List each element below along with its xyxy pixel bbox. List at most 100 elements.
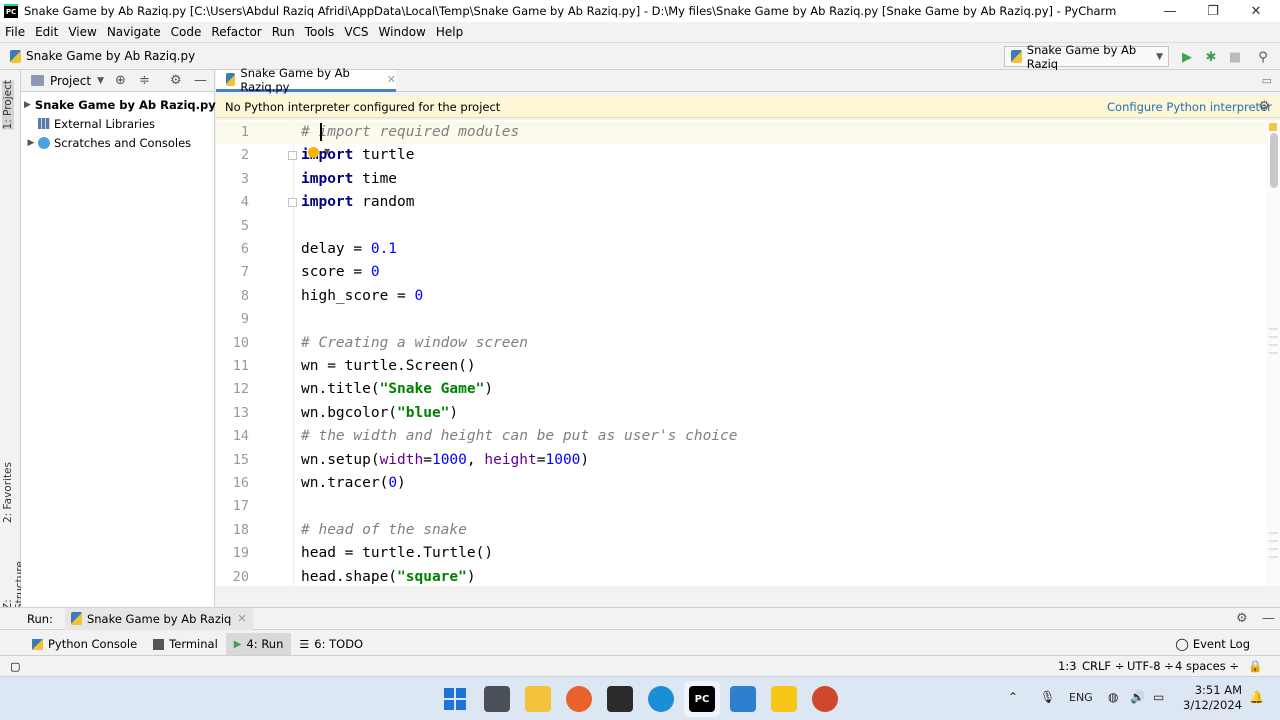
notification-bell-icon[interactable]: 🔔 <box>1249 690 1264 704</box>
chevron-up-icon[interactable]: ⌃ <box>1008 690 1018 704</box>
file-encoding[interactable]: UTF-8 ÷ <box>1127 659 1174 673</box>
menu-code[interactable]: Code <box>166 25 207 39</box>
pycharm-taskbar-icon[interactable]: PC <box>689 686 715 712</box>
code-line[interactable]: 5 <box>216 215 1266 238</box>
vscode-icon[interactable] <box>730 686 756 712</box>
network-icon[interactable]: ◍ <box>1108 690 1118 704</box>
code-line[interactable]: 4 import random <box>216 191 1266 214</box>
code-line[interactable]: 18 # head of the snake <box>216 519 1266 542</box>
toggle-tool-windows-icon[interactable]: ▢ <box>10 660 20 673</box>
menu-help[interactable]: Help <box>431 25 468 39</box>
event-log-button[interactable]: ◯ Event Log <box>1175 637 1250 651</box>
chevron-right-icon[interactable]: ▶ <box>24 100 31 110</box>
close-icon[interactable]: ✕ <box>387 73 396 86</box>
scroll-marker[interactable] <box>1269 344 1278 346</box>
tab-todo[interactable]: ☰ 6: TODO <box>291 633 371 655</box>
menu-vcs[interactable]: VCS <box>339 25 373 39</box>
edge-browser-icon[interactable] <box>648 686 674 712</box>
project-panel-title[interactable]: Project <box>50 74 91 88</box>
hide-panel-icon[interactable]: — <box>194 73 207 88</box>
menu-run[interactable]: Run <box>267 25 300 39</box>
minimize-button[interactable]: — <box>1150 0 1190 22</box>
code-line[interactable]: 10 # Creating a window screen <box>216 332 1266 355</box>
chevron-right-icon[interactable]: ▶ <box>24 138 38 148</box>
close-icon[interactable]: ✕ <box>237 612 246 625</box>
code-line[interactable]: 8 high_score = 0 <box>216 285 1266 308</box>
code-line[interactable]: 9 <box>216 308 1266 331</box>
gear-icon[interactable]: ⚙ <box>1258 99 1270 114</box>
lock-icon[interactable]: 🔒 <box>1248 659 1262 673</box>
stop-icon[interactable]: ■ <box>1226 48 1244 66</box>
gear-icon[interactable]: ⚙ <box>170 73 182 88</box>
caret-position[interactable]: 1:3 <box>1058 659 1077 673</box>
code-line[interactable]: 3 import time <box>216 168 1266 191</box>
tree-item-scratches[interactable]: ▶ Scratches and Consoles <box>21 133 214 152</box>
run-tab[interactable]: Snake Game by Ab Raziq ✕ <box>64 607 253 630</box>
debug-icon[interactable]: ✱ <box>1202 48 1220 66</box>
powerpoint-icon[interactable] <box>812 686 838 712</box>
tab-python-console[interactable]: Python Console <box>24 633 145 655</box>
fold-marker-icon[interactable] <box>288 151 297 160</box>
scroll-marker[interactable] <box>1269 540 1278 542</box>
menu-refactor[interactable]: Refactor <box>206 25 266 39</box>
menu-file[interactable]: File <box>0 25 30 39</box>
tree-item-project-file[interactable]: ▶ Snake Game by Ab Raziq.py <box>21 95 216 114</box>
code-line[interactable]: 11 wn = turtle.Screen() <box>216 355 1266 378</box>
battery-icon[interactable]: ▭ <box>1153 690 1164 704</box>
code-line[interactable]: 2 import turtle <box>216 144 1266 167</box>
close-button[interactable]: ✕ <box>1236 0 1276 22</box>
breadcrumb[interactable]: Snake Game by Ab Raziq.py <box>10 49 195 63</box>
scroll-marker[interactable] <box>1269 352 1278 354</box>
menu-window[interactable]: Window <box>374 25 431 39</box>
tabs-menu-icon[interactable]: ▭ <box>1262 74 1272 87</box>
search-icon[interactable]: ⚲ <box>1254 48 1272 66</box>
code-line[interactable]: 17 <box>216 495 1266 518</box>
chevron-down-icon[interactable]: ▼ <box>97 76 104 86</box>
fold-marker-icon[interactable] <box>288 198 297 207</box>
code-line[interactable]: 12 wn.title("Snake Game") <box>216 378 1266 401</box>
scroll-marker[interactable] <box>1269 336 1278 338</box>
tab-run[interactable]: ▶ 4: Run <box>225 633 292 655</box>
run-icon[interactable]: ▶ <box>1178 48 1196 66</box>
code-line[interactable]: 19 head = turtle.Turtle() <box>216 542 1266 565</box>
maximize-button[interactable]: ❐ <box>1193 0 1233 22</box>
locate-icon[interactable]: ⊕ <box>115 73 126 88</box>
scroll-thumb[interactable] <box>1270 133 1278 188</box>
volume-icon[interactable]: 🔊 <box>1130 690 1145 704</box>
menu-view[interactable]: View <box>63 25 101 39</box>
code-line[interactable]: 14 # the width and height can be put as … <box>216 425 1266 448</box>
scroll-marker[interactable] <box>1269 556 1278 558</box>
hide-panel-icon[interactable]: — <box>1262 611 1275 626</box>
menu-edit[interactable]: Edit <box>30 25 63 39</box>
task-view-icon[interactable] <box>484 686 510 712</box>
system-clock[interactable]: 3:51 AM 3/12/2024 <box>1176 683 1242 713</box>
editor-tab-active[interactable]: Snake Game by Ab Raziq.py ✕ <box>216 66 396 94</box>
tree-item-external-libraries[interactable]: External Libraries <box>21 114 214 133</box>
indent-setting[interactable]: 4 spaces ÷ <box>1175 659 1239 673</box>
configure-interpreter-link[interactable]: Configure Python interpreter <box>1107 100 1272 114</box>
code-line[interactable]: 20 head.shape("square") <box>216 566 1266 586</box>
firefox-icon[interactable] <box>566 686 592 712</box>
windows-start-icon[interactable] <box>442 686 468 712</box>
scroll-marker[interactable] <box>1269 532 1278 534</box>
tab-favorites[interactable]: 2: Favorites <box>2 462 14 523</box>
lightbulb-icon[interactable] <box>308 147 319 158</box>
scroll-marker[interactable] <box>1269 548 1278 550</box>
scroll-marker[interactable] <box>1269 328 1278 330</box>
microphone-icon[interactable]: 🎙 <box>1040 690 1055 704</box>
code-line[interactable]: 13 wn.bgcolor("blue") <box>216 402 1266 425</box>
file-explorer-icon[interactable] <box>525 686 551 712</box>
line-separator[interactable]: CRLF ÷ <box>1082 659 1124 673</box>
chevron-down-icon[interactable]: ▼ <box>324 147 330 156</box>
tab-project[interactable]: 1: Project <box>2 80 14 130</box>
code-line[interactable]: 16 wn.tracer(0) <box>216 472 1266 495</box>
gear-icon[interactable]: ⚙ <box>1236 611 1248 626</box>
code-line[interactable]: 7 score = 0 <box>216 261 1266 284</box>
collapse-all-icon[interactable]: ≑ <box>139 73 150 88</box>
notes-app-icon[interactable] <box>771 686 797 712</box>
warning-stripe-icon[interactable] <box>1269 123 1277 131</box>
input-language[interactable]: ENG <box>1069 691 1093 704</box>
code-line[interactable]: 6 delay = 0.1 <box>216 238 1266 261</box>
code-line[interactable]: 15 wn.setup(width=1000, height=1000) <box>216 449 1266 472</box>
menu-navigate[interactable]: Navigate <box>102 25 166 39</box>
